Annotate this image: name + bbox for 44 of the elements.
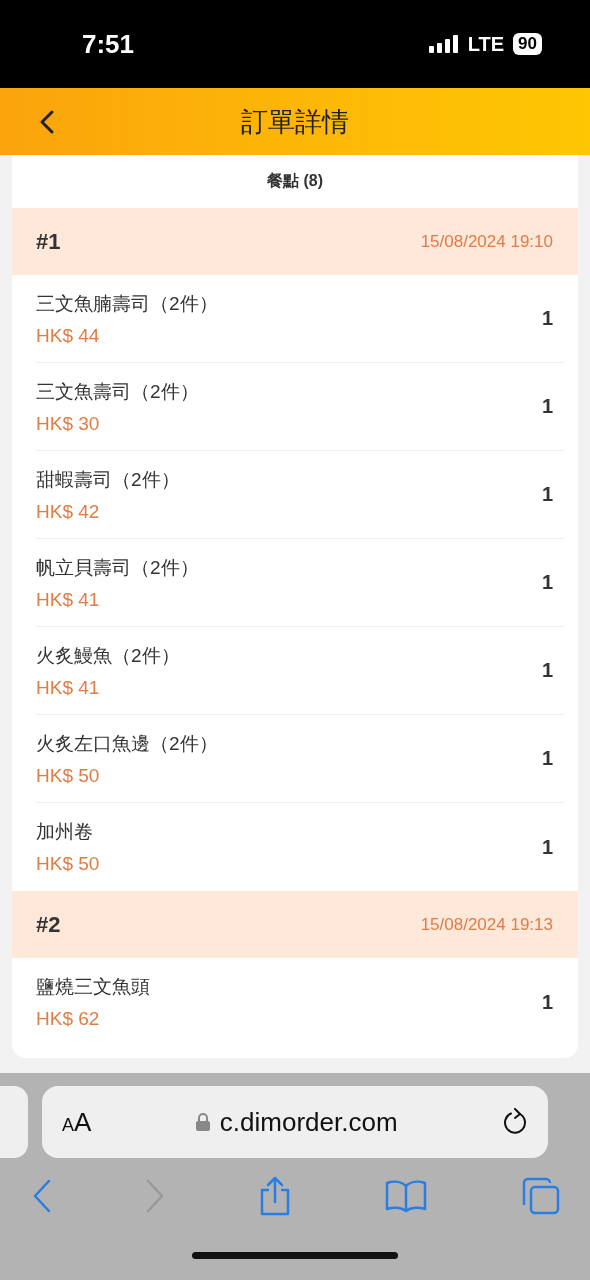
item-quantity: 1 — [541, 659, 553, 682]
item-quantity: 1 — [541, 483, 553, 506]
text-size-button[interactable]: AA — [62, 1106, 92, 1138]
item-name: 加州卷 — [36, 820, 94, 844]
item-quantity: 1 — [541, 835, 553, 859]
item-quantity: 1 — [541, 307, 553, 330]
order-number: #1 — [36, 228, 61, 255]
address-bar[interactable]: AA c.dimorder.com — [42, 1086, 548, 1158]
back-icon[interactable] — [39, 109, 55, 135]
item-name: 三文魚壽司（2件） — [36, 379, 199, 404]
battery-level: 90 — [513, 33, 542, 55]
item-price: HK$ 41 — [36, 676, 101, 699]
item-price: HK$ 50 — [36, 764, 101, 787]
network-label: LTE — [467, 32, 505, 56]
item-name: 火炙鰻魚（2件） — [36, 643, 180, 668]
item-price: HK$ 62 — [36, 1008, 101, 1030]
item-price: HK$ 41 — [36, 588, 101, 611]
item-name: 三文魚腩壽司（2件） — [36, 291, 218, 316]
item-price: HK$ 44 — [36, 324, 101, 347]
reload-icon[interactable] — [502, 1108, 528, 1136]
item-price: HK$ 50 — [36, 853, 100, 875]
previous-tab[interactable] — [0, 1086, 28, 1158]
item-quantity: 1 — [541, 571, 553, 594]
item-price: HK$ 30 — [36, 412, 101, 435]
item-quantity: 1 — [541, 747, 553, 770]
item-quantity: 1 — [541, 395, 553, 418]
item-quantity: 1 — [541, 990, 553, 1014]
order-time: 15/08/2024 19:10 — [420, 231, 553, 252]
section-title: 餐點 (8) — [266, 171, 324, 191]
url-text: c.dimorder.com — [219, 1106, 398, 1138]
item-name: 火炙左口魚邊（2件） — [36, 731, 218, 756]
item-price: HK$ 42 — [36, 500, 101, 523]
item-name: 帆立貝壽司（2件） — [36, 555, 199, 580]
order-time: 15/08/2024 19:13 — [420, 914, 553, 935]
item-name: 甜蝦壽司（2件） — [36, 467, 180, 492]
lock-icon — [195, 1113, 210, 1131]
order-number: #2 — [36, 911, 61, 938]
share-icon[interactable] — [258, 1176, 292, 1216]
tabs-icon[interactable] — [520, 1177, 560, 1215]
status-time: 7:51 — [82, 28, 135, 60]
signal-icon — [428, 35, 459, 53]
book-icon[interactable] — [385, 1179, 427, 1213]
page-title: 訂單詳情 — [241, 105, 349, 139]
item-name: 鹽燒三文魚頭 — [36, 975, 150, 999]
